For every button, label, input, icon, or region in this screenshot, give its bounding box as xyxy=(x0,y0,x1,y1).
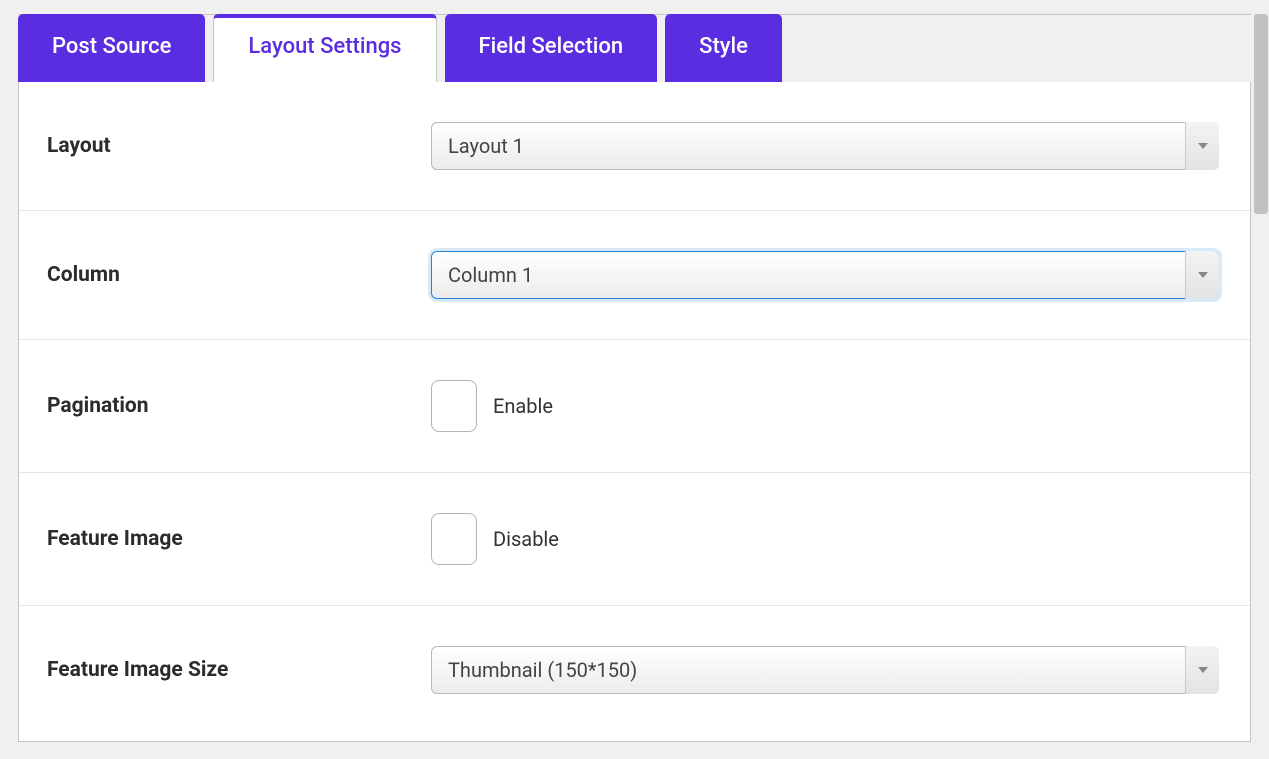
select-layout[interactable]: Layout 1 xyxy=(431,122,1219,170)
tab-layout-settings[interactable]: Layout Settings xyxy=(213,14,436,82)
tab-style[interactable]: Style xyxy=(665,14,782,82)
scrollbar-thumb[interactable] xyxy=(1254,14,1268,214)
checkbox-feature-image[interactable] xyxy=(431,513,477,565)
tab-field-selection[interactable]: Field Selection xyxy=(445,14,658,82)
checkbox-feature-image-label: Disable xyxy=(493,527,559,551)
select-layout-value: Layout 1 xyxy=(448,134,524,158)
checkbox-pagination[interactable] xyxy=(431,380,477,432)
label-feature-image: Feature Image xyxy=(47,527,431,551)
scrollbar-track xyxy=(1253,14,1269,759)
tab-label: Layout Settings xyxy=(248,34,401,59)
label-column: Column xyxy=(47,263,431,287)
tab-label: Field Selection xyxy=(479,34,624,59)
tab-label: Style xyxy=(699,34,748,59)
chevron-down-icon xyxy=(1185,122,1219,170)
label-feature-image-size: Feature Image Size xyxy=(47,658,431,682)
select-feature-image-size[interactable]: Thumbnail (150*150) xyxy=(431,646,1219,694)
select-column-value: Column 1 xyxy=(448,263,533,287)
field-column-row: Column Column 1 xyxy=(19,211,1250,340)
settings-panel: Layout Layout 1 Column Column 1 xyxy=(18,82,1251,742)
chevron-down-icon xyxy=(1185,251,1219,299)
label-pagination: Pagination xyxy=(47,394,431,418)
chevron-down-icon xyxy=(1185,646,1219,694)
field-feature-image-row: Feature Image Disable xyxy=(19,473,1250,606)
label-layout: Layout xyxy=(47,134,431,158)
tabs-bar: Post Source Layout Settings Field Select… xyxy=(18,14,1251,82)
field-pagination-row: Pagination Enable xyxy=(19,340,1250,473)
field-feature-image-size-row: Feature Image Size Thumbnail (150*150) xyxy=(19,606,1250,734)
select-feature-image-size-value: Thumbnail (150*150) xyxy=(448,658,637,682)
select-column[interactable]: Column 1 xyxy=(431,251,1219,299)
tab-label: Post Source xyxy=(52,34,171,59)
tab-post-source[interactable]: Post Source xyxy=(18,14,205,82)
checkbox-pagination-label: Enable xyxy=(493,394,553,418)
field-layout-row: Layout Layout 1 xyxy=(19,82,1250,211)
